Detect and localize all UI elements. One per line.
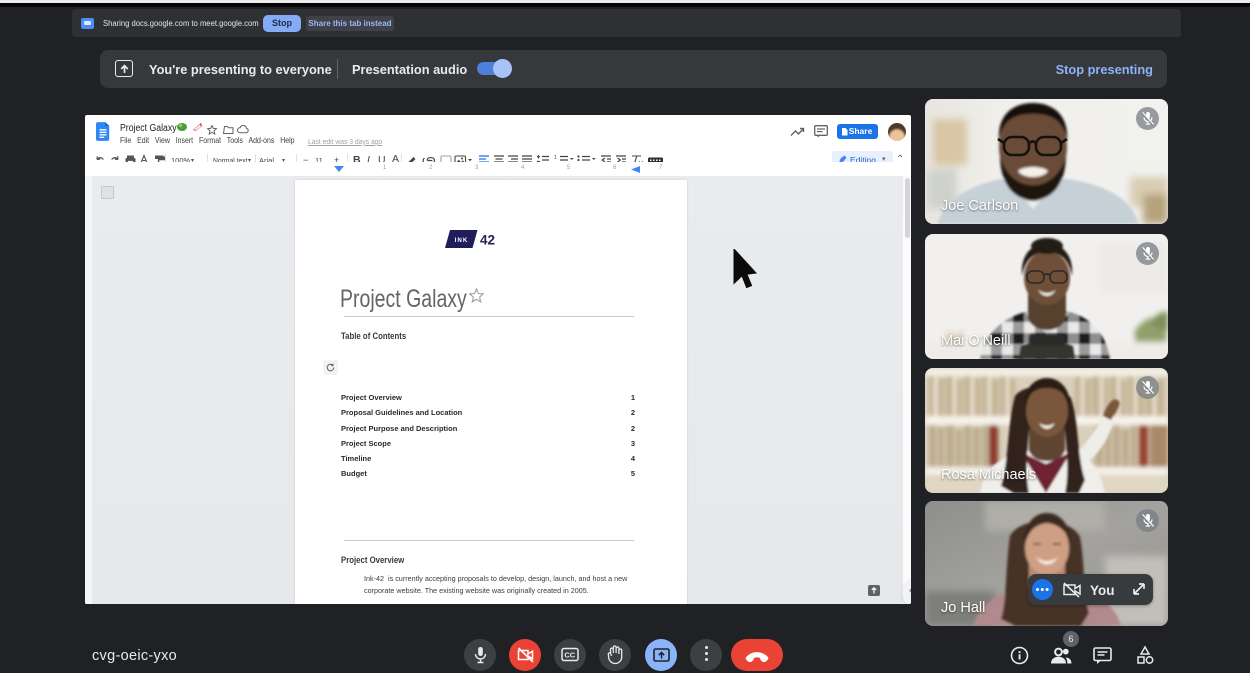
svg-text:INK: INK: [455, 237, 469, 244]
svg-text:42: 42: [480, 233, 495, 248]
svg-text:1: 1: [554, 155, 557, 161]
svg-text:CC: CC: [564, 651, 575, 660]
